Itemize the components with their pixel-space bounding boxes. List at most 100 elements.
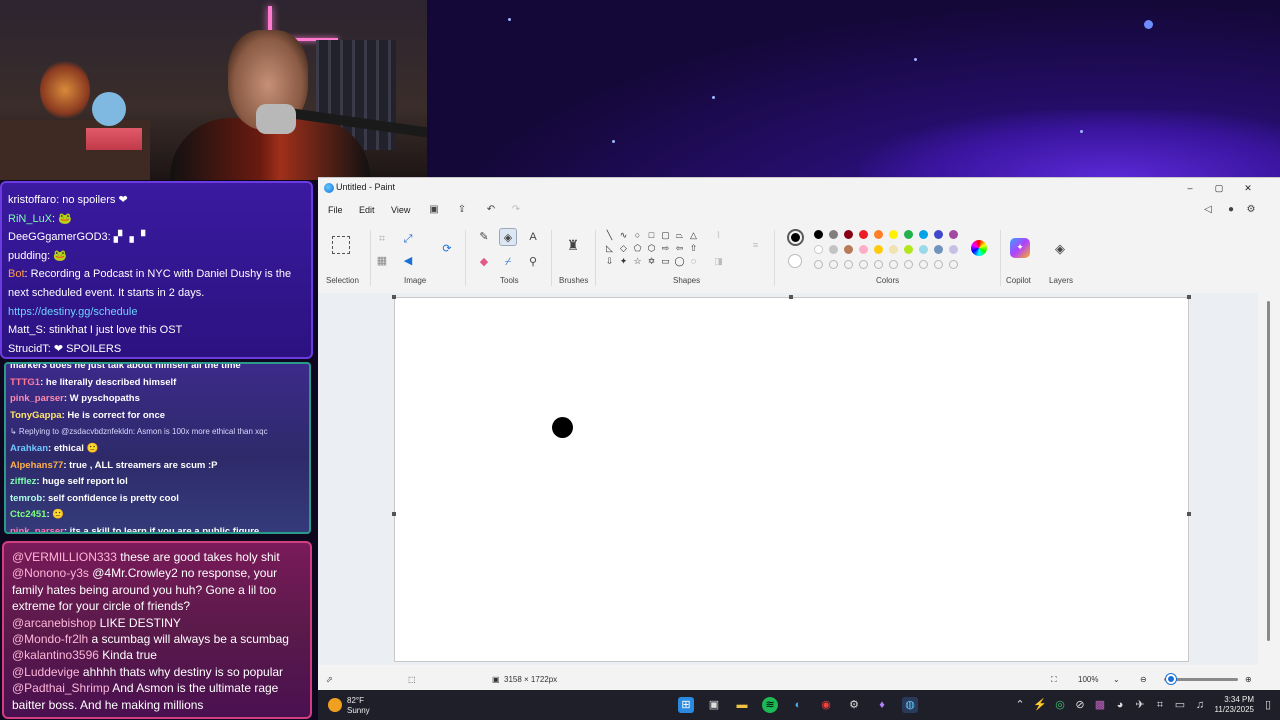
close-button[interactable]: ✕ bbox=[1237, 180, 1259, 196]
resize-handle[interactable] bbox=[789, 295, 793, 299]
right-triangle-shape-icon[interactable]: ◺ bbox=[604, 243, 615, 254]
color-swatch[interactable] bbox=[859, 260, 868, 269]
menu-file[interactable]: File bbox=[328, 205, 343, 215]
resize-handle[interactable] bbox=[1187, 512, 1191, 516]
color-swatch[interactable] bbox=[844, 230, 853, 239]
title-bar[interactable]: Untitled - Paint – ▢ ✕ bbox=[318, 178, 1280, 198]
color-swatch[interactable] bbox=[859, 245, 868, 254]
up-arrow-shape-icon[interactable]: ⇧ bbox=[688, 243, 699, 254]
color-swatch[interactable] bbox=[904, 245, 913, 254]
text-icon[interactable]: A bbox=[524, 228, 542, 246]
scrollbar-thumb[interactable] bbox=[1267, 301, 1270, 641]
paint-icon[interactable]: ◍ bbox=[902, 697, 918, 713]
rectangle-select-icon[interactable] bbox=[332, 236, 350, 254]
color-swatch[interactable] bbox=[919, 230, 928, 239]
resize-handle[interactable] bbox=[1187, 295, 1191, 299]
color-swatch[interactable] bbox=[844, 260, 853, 269]
rotate-icon[interactable]: ⟳ bbox=[438, 240, 456, 258]
color-swatch[interactable] bbox=[829, 245, 838, 254]
tray-app-icon[interactable]: ✈ bbox=[1132, 697, 1148, 713]
tray-app-icon[interactable]: ◎ bbox=[1052, 697, 1068, 713]
brush-icon[interactable]: ♜ bbox=[564, 236, 582, 254]
callout-cloud-shape-icon[interactable]: ◌ bbox=[688, 256, 699, 267]
vertical-scrollbar[interactable] bbox=[1258, 293, 1280, 665]
chevron-up-icon[interactable]: ⌃ bbox=[1012, 697, 1028, 713]
chrome-icon[interactable]: ◉ bbox=[818, 697, 834, 713]
color-swatch[interactable] bbox=[874, 260, 883, 269]
color-swatch[interactable] bbox=[814, 260, 823, 269]
color-swatch[interactable] bbox=[814, 230, 823, 239]
color-swatch[interactable] bbox=[874, 245, 883, 254]
color-swatch[interactable] bbox=[949, 260, 958, 269]
weather-condition[interactable]: Sunny bbox=[347, 706, 370, 715]
left-arrow-shape-icon[interactable]: ⇦ bbox=[674, 243, 685, 254]
minimize-button[interactable]: – bbox=[1179, 180, 1201, 196]
file-explorer-icon[interactable]: ▬ bbox=[734, 697, 750, 713]
line-shape-icon[interactable]: ╲ bbox=[604, 230, 615, 241]
color-swatch[interactable] bbox=[919, 245, 928, 254]
pentagon-shape-icon[interactable]: ⬠ bbox=[632, 243, 643, 254]
zoom-out-icon[interactable]: ⊖ bbox=[1140, 675, 1147, 684]
layers-icon[interactable]: ◈ bbox=[1051, 240, 1069, 258]
secondary-color[interactable] bbox=[788, 254, 802, 268]
app-icon[interactable]: ♦ bbox=[874, 697, 890, 713]
polygon-shape-icon[interactable]: ⏢ bbox=[674, 230, 685, 241]
clock-time[interactable]: 3:34 PM bbox=[1220, 695, 1254, 704]
copilot-icon[interactable]: ✦ bbox=[1010, 238, 1030, 258]
color-swatch[interactable] bbox=[814, 245, 823, 254]
zoom-in-icon[interactable]: ⊕ bbox=[1245, 675, 1252, 684]
color-swatch[interactable] bbox=[859, 230, 868, 239]
color-swatch[interactable] bbox=[889, 260, 898, 269]
six-point-star-shape-icon[interactable]: ✡ bbox=[646, 256, 657, 267]
edge-icon[interactable]: ◐ bbox=[790, 697, 806, 713]
right-arrow-shape-icon[interactable]: ⇨ bbox=[660, 243, 671, 254]
color-swatch[interactable] bbox=[904, 260, 913, 269]
callout-oval-shape-icon[interactable]: ◯ bbox=[674, 256, 685, 267]
outline-icon[interactable]: ⌇ bbox=[713, 230, 724, 241]
temperature[interactable]: 82°F bbox=[347, 696, 364, 705]
pencil-icon[interactable]: ✎ bbox=[475, 228, 493, 246]
monitor-icon[interactable]: ▭ bbox=[1172, 697, 1188, 713]
color-swatch[interactable] bbox=[874, 230, 883, 239]
color-swatch[interactable] bbox=[934, 245, 943, 254]
zoom-slider-handle[interactable] bbox=[1166, 674, 1176, 684]
rounded-rectangle-shape-icon[interactable]: ▢ bbox=[660, 230, 671, 241]
four-point-star-shape-icon[interactable]: ✦ bbox=[618, 256, 629, 267]
menu-edit[interactable]: Edit bbox=[359, 205, 375, 215]
color-swatch[interactable] bbox=[949, 230, 958, 239]
chat-message[interactable]: https://destiny.gg/schedule bbox=[8, 303, 305, 322]
color-swatch[interactable] bbox=[904, 230, 913, 239]
menu-view[interactable]: View bbox=[391, 205, 410, 215]
flip-icon[interactable]: ▦ bbox=[373, 252, 391, 270]
clock-date[interactable]: 11/23/2025 bbox=[1213, 705, 1254, 714]
schedule-link[interactable]: https://destiny.gg/schedule bbox=[8, 306, 137, 318]
chevron-down-icon[interactable]: ⌄ bbox=[1113, 675, 1120, 684]
steam-icon[interactable]: ◕ bbox=[1112, 697, 1128, 713]
tray-app-icon[interactable]: ⌗ bbox=[1152, 697, 1168, 713]
eraser-icon[interactable]: ◆ bbox=[475, 253, 493, 271]
tray-app-icon[interactable]: ▩ bbox=[1092, 697, 1108, 713]
settings-icon[interactable]: ⚙ bbox=[1244, 203, 1258, 217]
color-swatch[interactable] bbox=[829, 230, 838, 239]
curve-shape-icon[interactable]: ∿ bbox=[618, 230, 629, 241]
size-icon[interactable]: ≡ bbox=[750, 240, 761, 251]
share-icon[interactable]: ⇪ bbox=[455, 203, 469, 217]
oval-shape-icon[interactable]: ○ bbox=[632, 230, 643, 241]
color-swatch[interactable] bbox=[949, 245, 958, 254]
callout-rect-shape-icon[interactable]: ▭ bbox=[660, 256, 671, 267]
color-swatch[interactable] bbox=[829, 260, 838, 269]
crop-icon[interactable]: ⌗ bbox=[373, 230, 391, 248]
settings-icon[interactable]: ⚙ bbox=[846, 697, 862, 713]
fit-window-icon[interactable]: ⛶ bbox=[1051, 675, 1057, 685]
spotify-icon[interactable]: ≋ bbox=[762, 697, 778, 713]
hexagon-shape-icon[interactable]: ⬡ bbox=[646, 243, 657, 254]
resize-handle[interactable] bbox=[392, 512, 396, 516]
maximize-button[interactable]: ▢ bbox=[1208, 180, 1230, 196]
undo-icon[interactable]: ↶ bbox=[484, 203, 498, 217]
redo-icon[interactable]: ↷ bbox=[509, 203, 523, 217]
volume-icon[interactable]: ♫ bbox=[1192, 697, 1208, 713]
notification-icon[interactable]: ▯ bbox=[1260, 697, 1276, 713]
drawing-canvas[interactable] bbox=[394, 297, 1189, 662]
start-icon[interactable]: ⊞ bbox=[678, 697, 694, 713]
color-picker-icon[interactable]: ⌿ bbox=[499, 253, 517, 271]
